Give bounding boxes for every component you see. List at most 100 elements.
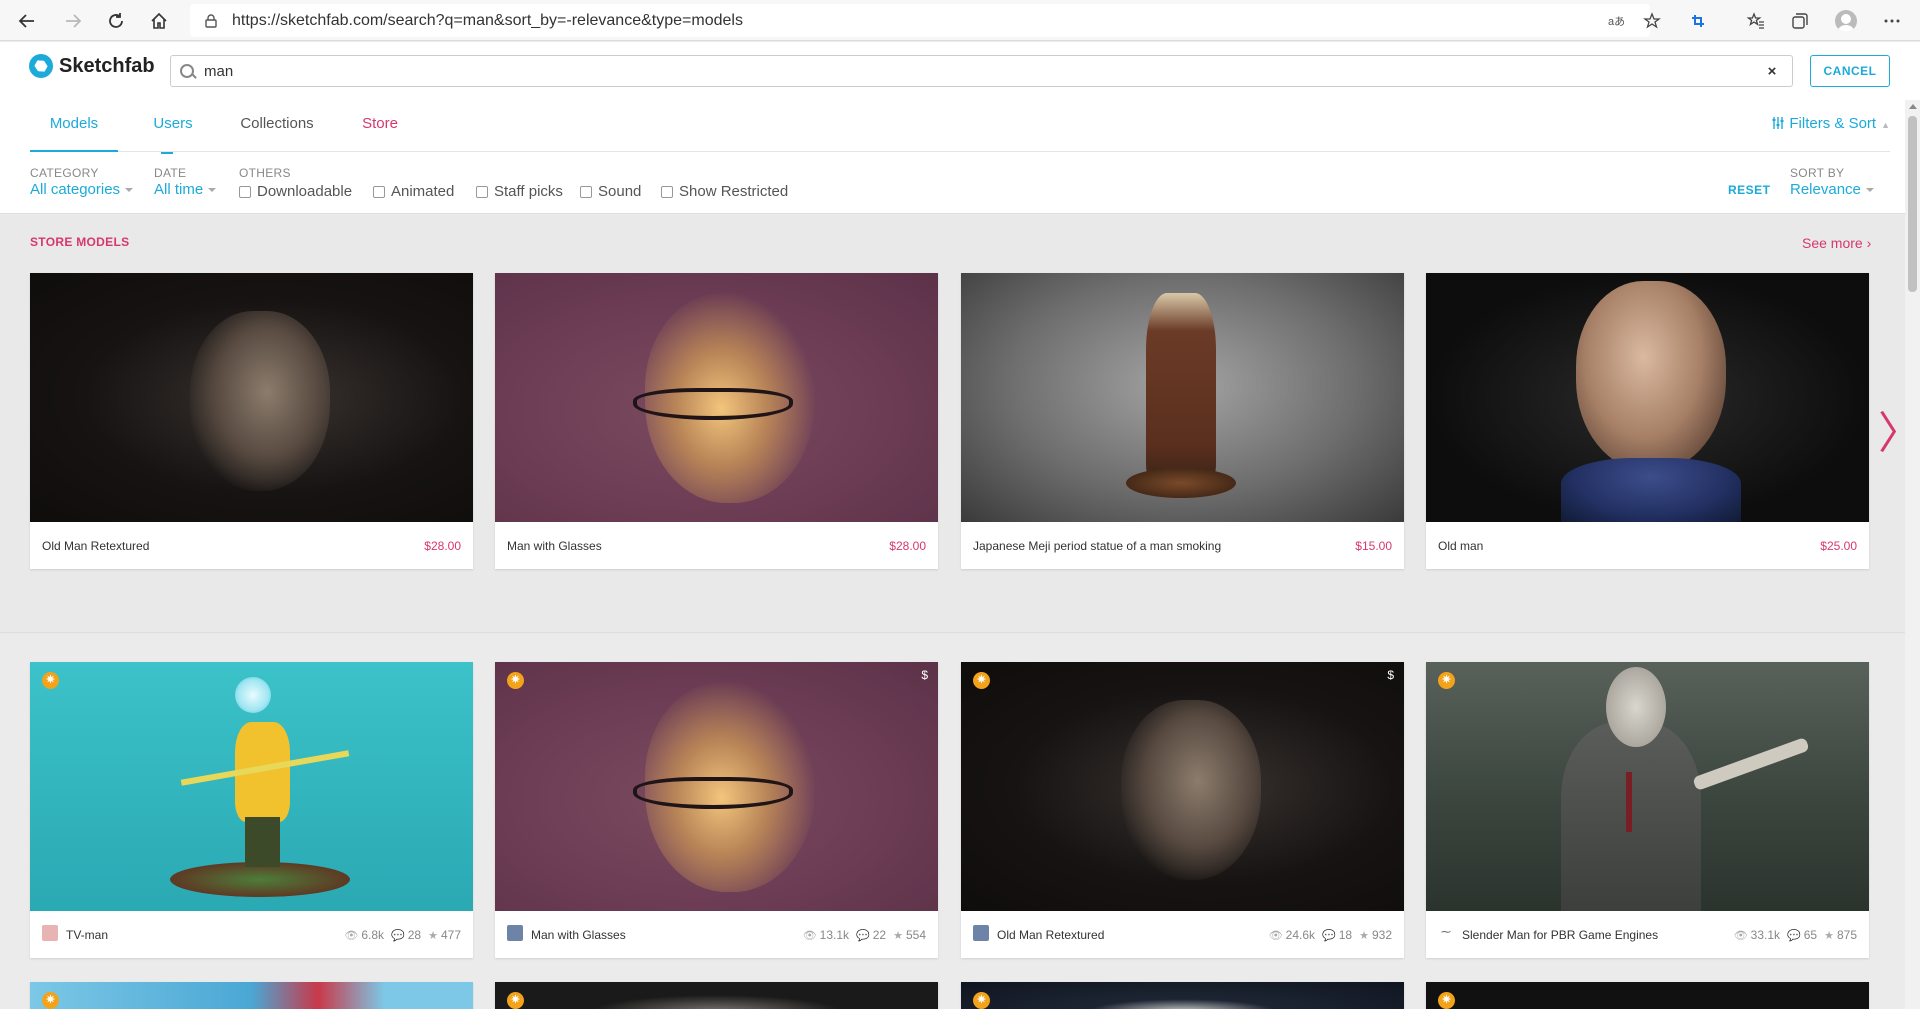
- model-card[interactable]: ✷ ⁓ Slender Man for PBR Game Engines 👁 33…: [1426, 662, 1869, 958]
- model-thumbnail[interactable]: [495, 273, 938, 522]
- sketchfab-logo[interactable]: Sketchfab: [29, 54, 155, 78]
- sort-by-value: Relevance: [1790, 181, 1861, 198]
- model-thumbnail[interactable]: ✷: [30, 662, 473, 911]
- paid-badge: $: [921, 668, 928, 682]
- model-card[interactable]: ✷ TV-man 👁 6.8k 💬 28 ★ 477: [30, 662, 473, 958]
- store-card[interactable]: Old man $25.00: [1426, 273, 1869, 569]
- translate-icon[interactable]: aあ: [1605, 9, 1629, 33]
- sort-by-dropdown[interactable]: SORT BY Relevance: [1790, 166, 1874, 198]
- model-card[interactable]: ✷ $ Old Man Retextured 👁 24.6k 💬 18 ★ 932: [961, 662, 1404, 958]
- comments-count: 65: [1803, 928, 1818, 942]
- store-models-section: STORE MODELS See more › 〉 Old Man Retext…: [0, 215, 1920, 633]
- avatar[interactable]: ⁓: [1438, 925, 1454, 941]
- see-more-link[interactable]: See more ›: [1802, 235, 1871, 251]
- models-grid: ✷ TV-man 👁 6.8k 💬 28 ★ 477 ✷ $ Man with Gla…: [0, 634, 1905, 1009]
- show-restricted-label: Show Restricted: [679, 183, 789, 200]
- forward-arrow-icon[interactable]: [58, 6, 88, 36]
- favorites-icon[interactable]: [1744, 9, 1768, 33]
- likes-count: 477: [440, 928, 461, 942]
- store-card-price: $15.00: [1355, 539, 1392, 553]
- reload-icon[interactable]: [101, 6, 131, 36]
- others-filter: OTHERS: [239, 166, 291, 180]
- profile-icon[interactable]: [1834, 9, 1858, 33]
- likes-count: 554: [905, 928, 926, 942]
- date-filter[interactable]: DATE All time: [154, 166, 217, 198]
- category-filter[interactable]: CATEGORY All categories: [30, 166, 134, 198]
- store-card[interactable]: Japanese Meji period statue of a man smo…: [961, 273, 1404, 569]
- show-restricted-checkbox[interactable]: Show Restricted: [661, 183, 788, 200]
- scroll-thumb[interactable]: [1908, 116, 1917, 292]
- model-card[interactable]: ✷ $ Man with Glasses 👁 13.1k 💬 22 ★ 554: [495, 662, 938, 958]
- cancel-button[interactable]: CANCEL: [1810, 55, 1890, 87]
- address-bar[interactable]: https://sketchfab.com/search?q=man&sort_…: [190, 4, 1650, 37]
- reset-button[interactable]: RESET: [1728, 183, 1771, 197]
- collections-icon[interactable]: [1788, 9, 1812, 33]
- staff-pick-icon: ✷: [507, 992, 524, 1009]
- avatar[interactable]: [42, 925, 58, 941]
- model-thumbnail[interactable]: ✷: [30, 982, 473, 1009]
- eye-icon: 👁: [1268, 929, 1283, 942]
- avatar[interactable]: [973, 925, 989, 941]
- page-scrollbar[interactable]: [1905, 100, 1920, 1009]
- model-card[interactable]: ✷: [1426, 982, 1869, 1009]
- eye-icon: 👁: [344, 929, 359, 942]
- model-thumbnail[interactable]: ✷ $: [495, 662, 938, 911]
- model-thumbnail[interactable]: [961, 273, 1404, 522]
- model-card-name[interactable]: Slender Man for PBR Game Engines: [1462, 928, 1658, 942]
- likes-count: 875: [1836, 928, 1857, 942]
- category-value: All categories: [30, 181, 121, 198]
- model-thumbnail[interactable]: ✷: [495, 982, 938, 1009]
- model-card[interactable]: ✷: [495, 982, 938, 1009]
- downloadable-checkbox[interactable]: Downloadable: [239, 183, 352, 200]
- staff-pick-icon: ✷: [42, 672, 59, 689]
- tab-users[interactable]: Users: [148, 102, 198, 154]
- staff-pick-icon: ✷: [1438, 672, 1455, 689]
- home-icon[interactable]: [144, 6, 174, 36]
- clear-search-icon[interactable]: ×: [1762, 63, 1782, 80]
- store-card-name[interactable]: Japanese Meji period statue of a man smo…: [973, 539, 1221, 553]
- search-input[interactable]: [204, 62, 1762, 80]
- store-card[interactable]: Old Man Retextured $28.00: [30, 273, 473, 569]
- url-text: https://sketchfab.com/search?q=man&sort_…: [232, 11, 743, 29]
- model-card[interactable]: ✷: [961, 982, 1404, 1009]
- date-label: DATE: [154, 166, 187, 180]
- store-card-name[interactable]: Old Man Retextured: [42, 539, 149, 553]
- store-card-price: $28.00: [424, 539, 461, 553]
- model-thumbnail[interactable]: ✷: [1426, 982, 1869, 1009]
- model-thumbnail[interactable]: ✷: [961, 982, 1404, 1009]
- store-card-name[interactable]: Old man: [1438, 539, 1483, 553]
- model-thumbnail[interactable]: [1426, 273, 1869, 522]
- store-card[interactable]: Man with Glasses $28.00: [495, 273, 938, 569]
- others-label: OTHERS: [239, 166, 291, 180]
- animated-checkbox[interactable]: Animated: [373, 183, 454, 200]
- scroll-up-icon[interactable]: [1909, 104, 1917, 109]
- tab-models[interactable]: Models: [30, 102, 118, 152]
- model-card-name[interactable]: TV-man: [66, 928, 108, 942]
- svg-text:aあ: aあ: [1608, 15, 1625, 28]
- avatar[interactable]: [507, 925, 523, 941]
- tab-collections[interactable]: Collections: [238, 102, 316, 152]
- favorite-add-icon[interactable]: [1640, 9, 1664, 33]
- model-thumbnail[interactable]: ✷ $: [961, 662, 1404, 911]
- views-count: 13.1k: [819, 928, 850, 942]
- tab-store[interactable]: Store: [360, 102, 400, 152]
- category-label: CATEGORY: [30, 166, 99, 180]
- model-card-name[interactable]: Man with Glasses: [531, 928, 626, 942]
- store-card-price: $28.00: [889, 539, 926, 553]
- sound-checkbox[interactable]: Sound: [580, 183, 641, 200]
- star-icon: ★: [893, 929, 903, 942]
- filters-sort-label: Filters & Sort: [1789, 115, 1877, 132]
- filters-row: CATEGORY All categories DATE All time OT…: [30, 166, 1890, 206]
- model-thumbnail[interactable]: ✷: [1426, 662, 1869, 911]
- model-card-name[interactable]: Old Man Retextured: [997, 928, 1104, 942]
- staff-picks-checkbox[interactable]: Staff picks: [476, 183, 563, 200]
- model-thumbnail[interactable]: [30, 273, 473, 522]
- browser-toolbar: https://sketchfab.com/search?q=man&sort_…: [0, 0, 1920, 41]
- filters-sort-toggle[interactable]: Filters & Sort ▲: [1771, 102, 1890, 146]
- extension-icon[interactable]: [1686, 9, 1710, 33]
- sound-label: Sound: [598, 183, 642, 200]
- store-card-name[interactable]: Man with Glasses: [507, 539, 602, 553]
- model-card[interactable]: ✷: [30, 982, 473, 1009]
- back-arrow-icon[interactable]: [12, 6, 42, 36]
- more-options-icon[interactable]: [1880, 9, 1904, 33]
